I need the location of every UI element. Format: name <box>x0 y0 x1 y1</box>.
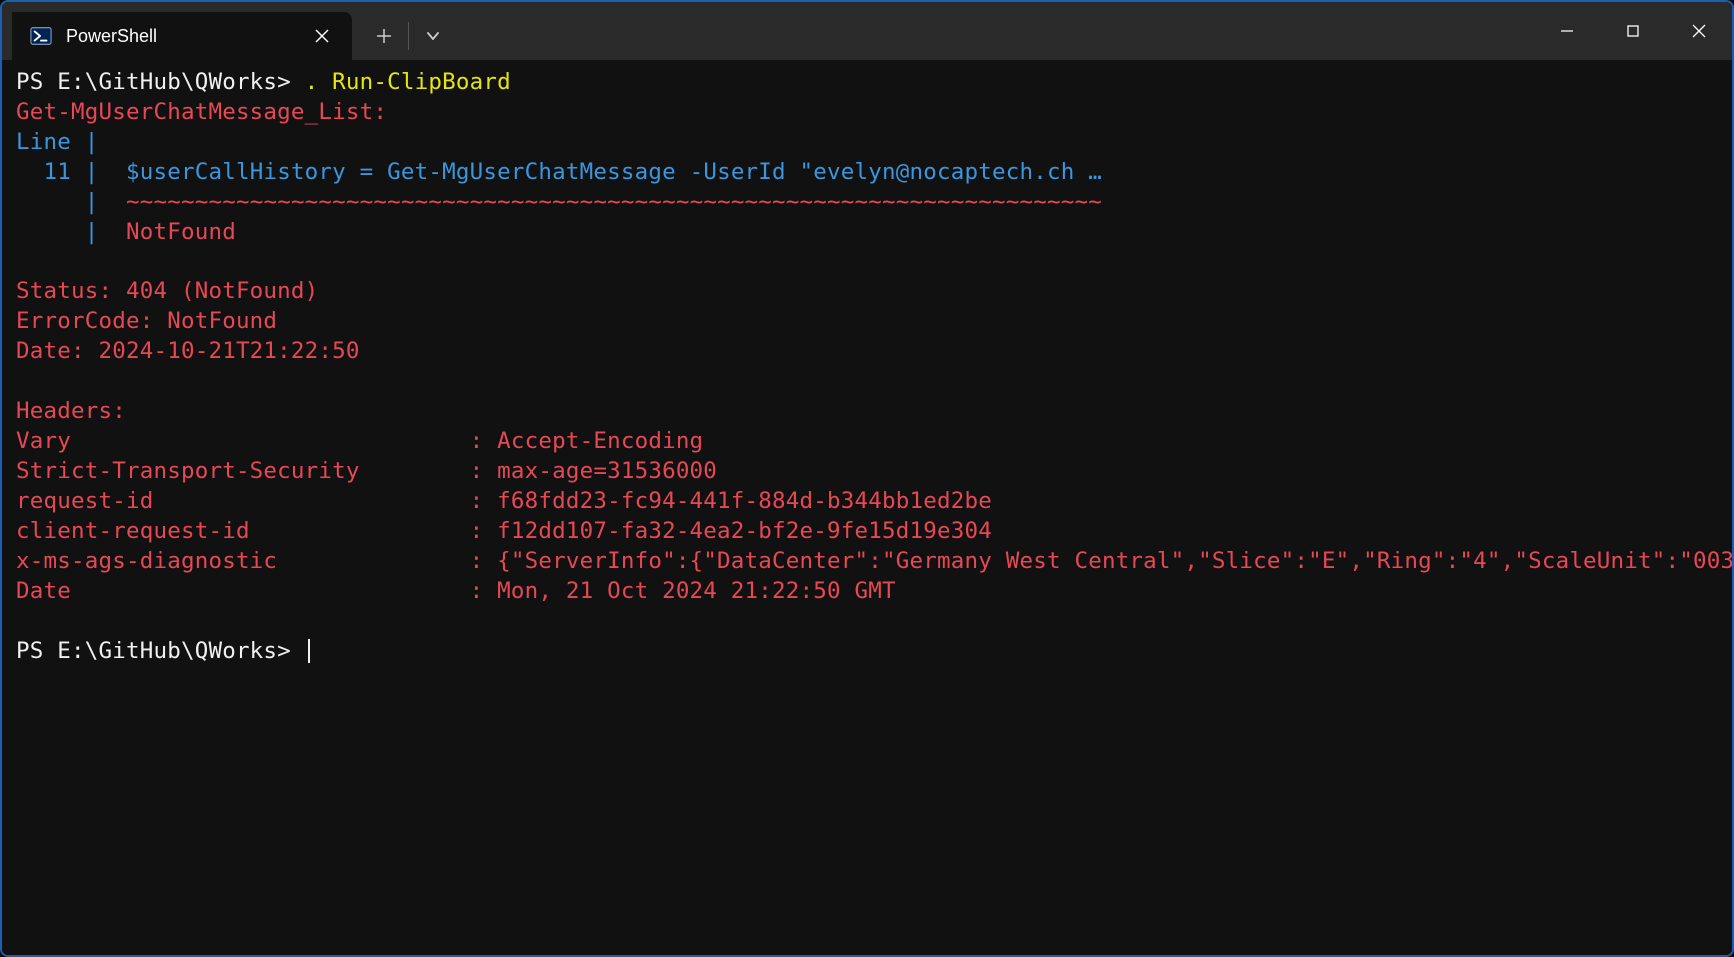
titlebar-drag-area[interactable] <box>457 2 1534 60</box>
header-vary: Vary : Accept-Encoding <box>16 428 703 454</box>
error-code: ErrorCode: NotFound <box>16 308 277 334</box>
tab-title: PowerShell <box>66 26 294 47</box>
header-sts: Strict-Transport-Security : max-age=3153… <box>16 458 717 484</box>
line-header: Line | <box>16 129 98 155</box>
terminal-window: PowerShell PS E:\Gi <box>2 2 1732 955</box>
terminal-output[interactable]: PS E:\GitHub\QWorks> . Run-ClipBoard Get… <box>2 60 1732 955</box>
tab-dropdown-button[interactable] <box>409 12 457 60</box>
error-code-line: $userCallHistory = Get-MgUserChatMessage… <box>126 159 1102 185</box>
header-request-id: request-id : f68fdd23-fc94-441f-884d-b34… <box>16 488 992 514</box>
header-client-request-id: client-request-id : f12dd107-fa32-4ea2-b… <box>16 518 992 544</box>
line-pipe: | <box>16 219 126 245</box>
line-pipe: | <box>16 189 126 215</box>
new-tab-button[interactable] <box>360 12 408 60</box>
error-function: Get-MgUserChatMessage_List: <box>16 99 387 125</box>
prompt-command: . Run-ClipBoard <box>305 69 511 95</box>
error-underline: ~~~~~~~~~~~~~~~~~~~~~~~~~~~~~~~~~~~~~~~~… <box>126 189 1102 215</box>
error-status: Status: 404 (NotFound) <box>16 278 318 304</box>
prompt-prefix: PS E:\GitHub\QWorks> <box>16 638 305 664</box>
header-date: Date : Mon, 21 Oct 2024 21:22:50 GMT <box>16 578 896 604</box>
tab-powershell[interactable]: PowerShell <box>12 12 352 60</box>
maximize-button[interactable] <box>1600 2 1666 60</box>
headers-label: Headers: <box>16 398 126 424</box>
cursor <box>308 639 310 663</box>
titlebar[interactable]: PowerShell <box>2 2 1732 60</box>
error-message: NotFound <box>126 219 236 245</box>
tab-close-button[interactable] <box>308 22 336 50</box>
error-date: Date: 2024-10-21T21:22:50 <box>16 338 360 364</box>
header-diagnostic: x-ms-ags-diagnostic : {"ServerInfo":{"Da… <box>16 548 1732 574</box>
line-number: 11 | <box>16 159 126 185</box>
minimize-button[interactable] <box>1534 2 1600 60</box>
window-controls <box>1534 2 1732 60</box>
close-button[interactable] <box>1666 2 1732 60</box>
powershell-icon <box>30 25 52 47</box>
tab-controls <box>360 12 457 60</box>
prompt-prefix: PS E:\GitHub\QWorks> <box>16 69 305 95</box>
